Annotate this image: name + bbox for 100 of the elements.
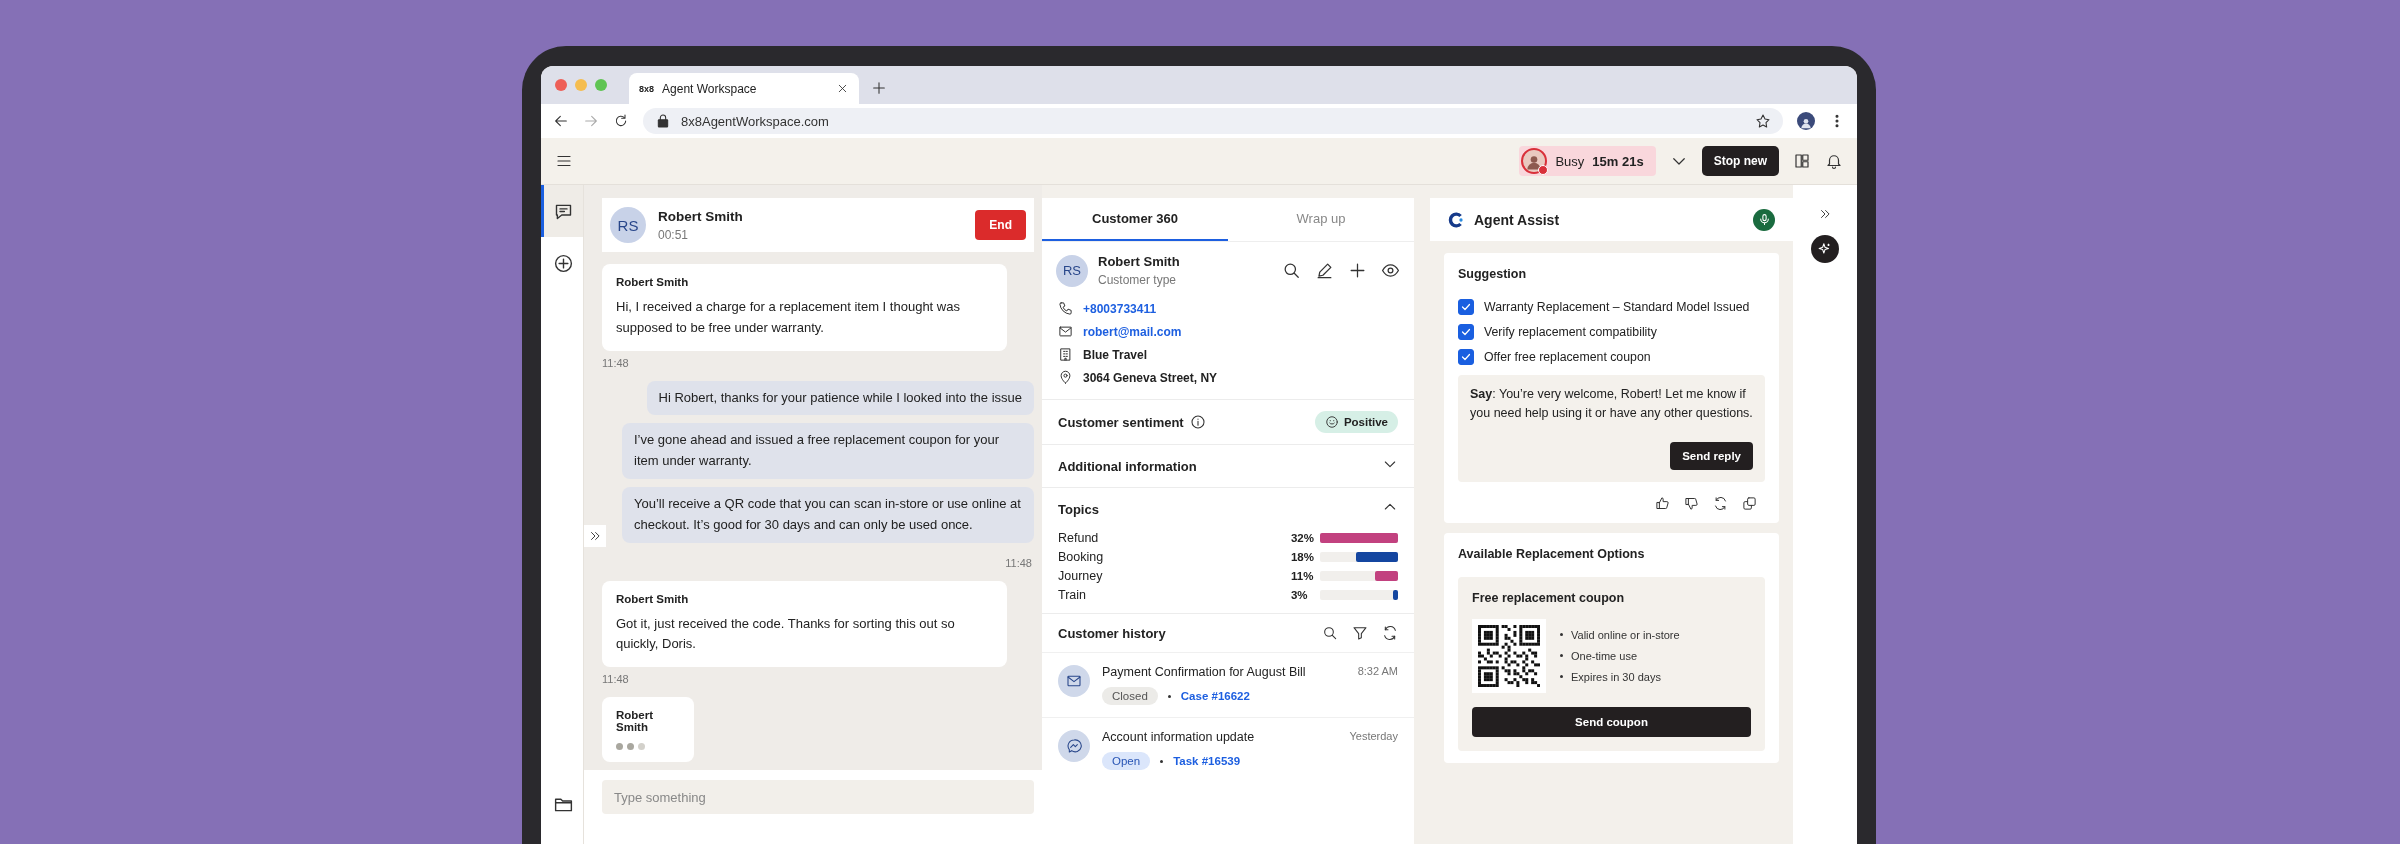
pencil-icon[interactable]: [1315, 261, 1334, 280]
coupon-detail: Valid online or in-store: [1571, 628, 1680, 641]
bullet-dot: [1560, 654, 1563, 658]
case-link[interactable]: Case #16622: [1180, 690, 1250, 702]
contact-link[interactable]: +8003733411: [1083, 301, 1157, 316]
envelope-icon: [1058, 324, 1073, 339]
checkbox[interactable]: [1458, 349, 1474, 365]
close-icon[interactable]: [836, 82, 849, 95]
back-icon[interactable]: [553, 113, 569, 129]
filter-icon[interactable]: [1352, 625, 1368, 641]
topic-label: Refund: [1058, 531, 1100, 545]
microphone-button[interactable]: [1753, 208, 1775, 231]
favicon-logo: 8x8: [639, 83, 655, 94]
profile-avatar[interactable]: [1797, 112, 1815, 130]
nav-item[interactable]: [541, 185, 583, 237]
checkbox[interactable]: [1458, 299, 1474, 315]
envelope-icon: [1066, 673, 1082, 689]
case-link[interactable]: Task #16539: [1173, 755, 1241, 767]
bullet-dot: [1560, 633, 1563, 637]
notifications-bell-icon[interactable]: [1825, 152, 1843, 170]
eye-icon[interactable]: [1381, 261, 1400, 280]
panel-tab[interactable]: Wrap up: [1228, 198, 1414, 241]
topic-percent: 11%: [1290, 570, 1314, 582]
history-title: Payment Confirmation for August Bill: [1102, 665, 1306, 679]
tab-title: Agent Workspace: [662, 81, 758, 96]
double-chevron-icon[interactable]: [1818, 207, 1832, 221]
expand-button[interactable]: [584, 525, 606, 547]
send-coupon-button[interactable]: Send coupon: [1472, 706, 1751, 737]
topic-percent: 3%: [1290, 589, 1309, 601]
phone-icon: [1058, 301, 1073, 316]
send-reply-button[interactable]: Send reply: [1670, 441, 1753, 470]
lock-icon: [655, 113, 671, 129]
customer-avatar: RS: [1056, 254, 1088, 287]
search-icon[interactable]: [1322, 625, 1338, 641]
agent-avatar: [1521, 148, 1548, 174]
outgoing-message: Hi Robert, thanks for your patience while I looked into the issue: [646, 380, 1034, 416]
status-badge: Open: [1102, 752, 1151, 770]
reload-icon[interactable]: [613, 113, 629, 129]
info-icon[interactable]: [1189, 414, 1206, 430]
browser-tab[interactable]: 8x8 Agent Workspace: [629, 73, 859, 104]
location-pin-icon: [1058, 370, 1073, 385]
refresh-icon[interactable]: [1382, 625, 1398, 641]
ai-assist-button[interactable]: [1811, 235, 1839, 263]
thumbs-down-icon[interactable]: [1684, 495, 1699, 511]
section-title: Customer sentiment: [1058, 414, 1184, 430]
sparkle-icon: [1818, 242, 1832, 256]
sender-name: Robert Smith: [616, 592, 690, 605]
end-button[interactable]: End: [975, 210, 1026, 240]
history-time: Yesterday: [1349, 730, 1398, 744]
double-chevron-icon: [588, 529, 602, 543]
url-text: 8x8AgentWorkspace.com: [681, 113, 830, 129]
section-title: Customer history: [1058, 625, 1166, 641]
message-text: Got it, just received the code. Thanks for sorting this out so quickly, Doris.: [616, 614, 956, 654]
message-time: 11:48: [602, 673, 630, 686]
new-tab-icon[interactable]: [871, 80, 887, 96]
message-time: 11:48: [602, 356, 630, 369]
coupon-title: Free replacement coupon: [1472, 590, 1626, 605]
copy-icon[interactable]: [1742, 495, 1757, 511]
contact-text: Blue Travel: [1083, 347, 1148, 362]
topic-label: Booking: [1058, 550, 1105, 564]
messenger-icon: [1066, 738, 1082, 754]
sentiment-label: Positive: [1343, 416, 1388, 428]
contact-link[interactable]: robert@mail.com: [1083, 324, 1182, 339]
customer-name: Robert Smith: [1098, 254, 1180, 269]
status-timer: 15m 21s: [1592, 153, 1644, 169]
message-time: 11:48: [1005, 556, 1032, 569]
sender-name: Robert Smith: [616, 709, 655, 734]
section-title: Additional information: [1058, 458, 1197, 474]
panel-tab[interactable]: Customer 360: [1042, 198, 1228, 241]
coupon-detail: One-time use: [1571, 649, 1638, 662]
customer-type: Customer type: [1098, 273, 1178, 287]
checkmark-icon: [1460, 301, 1472, 313]
typing-dots-icon: [616, 743, 645, 751]
topic-percent: 32%: [1290, 532, 1314, 544]
bookmark-star-icon[interactable]: [1755, 113, 1771, 129]
status-badge: Closed: [1102, 687, 1158, 705]
plus-icon[interactable]: [1348, 261, 1367, 280]
contact-avatar: RS: [610, 207, 646, 243]
checkmark-icon: [1460, 326, 1472, 338]
status-label: Busy: [1555, 153, 1585, 169]
contact-text: 3064 Geneva Street, NY: [1083, 370, 1218, 385]
building-icon: [1058, 347, 1073, 362]
address-bar[interactable]: 8x8AgentWorkspace.com: [643, 108, 1783, 134]
history-item[interactable]: Payment Confirmation for August Bill 8:32 AM Closed Case #16622: [1042, 652, 1414, 717]
stop-new-button[interactable]: Stop new: [1701, 146, 1779, 176]
close-window-button[interactable]: [555, 79, 567, 91]
panel-title: Agent Assist: [1474, 211, 1560, 228]
history-time: 8:32 AM: [1357, 665, 1398, 679]
qr-code-drawing: [1478, 624, 1540, 687]
layout-icon[interactable]: [1793, 152, 1811, 170]
status-pill[interactable]: Busy 15m 21s: [1519, 146, 1656, 176]
busy-dot: [1538, 165, 1549, 175]
search-icon[interactable]: [1282, 261, 1301, 280]
message-text: Hi, I received a charge for a replacement item I thought was supposed to be free under warranty.: [616, 298, 961, 337]
thumbs-up-icon[interactable]: [1655, 495, 1670, 511]
history-item[interactable]: Account information update Yesterday Open Task #16539: [1042, 717, 1414, 782]
refresh-icon[interactable]: [1713, 495, 1728, 511]
checkbox[interactable]: [1458, 324, 1474, 340]
message-input[interactable]: Type something: [602, 780, 1034, 814]
checklist-label: Verify replacement compatibility: [1484, 325, 1657, 339]
